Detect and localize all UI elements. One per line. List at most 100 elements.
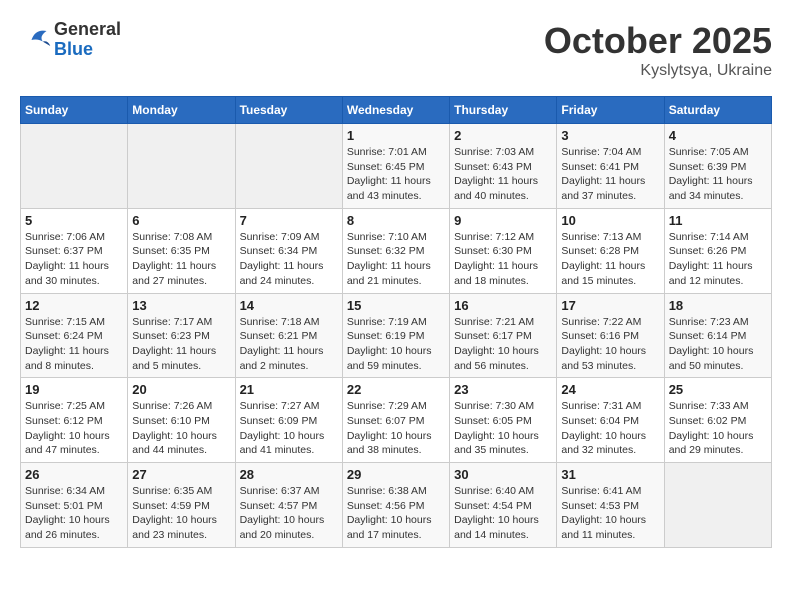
calendar-week-row: 5 Sunrise: 7:06 AM Sunset: 6:37 PM Daylig… — [21, 208, 772, 293]
day-info: Sunrise: 7:22 AM Sunset: 6:16 PM Dayligh… — [561, 315, 659, 374]
day-number: 17 — [561, 298, 659, 313]
calendar-cell: 22 Sunrise: 7:29 AM Sunset: 6:07 PM Dayli… — [342, 378, 449, 463]
weekday-header: Wednesday — [342, 97, 449, 124]
calendar-body: 1Sunrise: 7:01 AM Sunset: 6:45 PM Daylig… — [21, 124, 772, 548]
day-number: 13 — [132, 298, 230, 313]
day-number: 28 — [240, 467, 338, 482]
calendar-cell — [128, 124, 235, 209]
day-info: Sunrise: 7:30 AM Sunset: 6:05 PM Dayligh… — [454, 399, 552, 458]
calendar-cell: 5 Sunrise: 7:06 AM Sunset: 6:37 PM Daylig… — [21, 208, 128, 293]
day-info: Sunrise: 7:19 AM Sunset: 6:19 PM Dayligh… — [347, 315, 445, 374]
day-info: Sunrise: 7:14 AM Sunset: 6:26 PM Dayligh… — [669, 230, 767, 289]
day-info: Sunrise: 7:08 AM Sunset: 6:35 PM Dayligh… — [132, 230, 230, 289]
day-info: Sunrise: 7:15 AM Sunset: 6:24 PM Dayligh… — [25, 315, 123, 374]
calendar-cell: 23 Sunrise: 7:30 AM Sunset: 6:05 PM Dayli… — [450, 378, 557, 463]
day-number: 8 — [347, 213, 445, 228]
calendar-week-row: 26 Sunrise: 6:34 AM Sunset: 5:01 PM Dayli… — [21, 463, 772, 548]
day-info: Sunrise: 7:23 AM Sunset: 6:14 PM Dayligh… — [669, 315, 767, 374]
weekday-header: Thursday — [450, 97, 557, 124]
day-number: 25 — [669, 382, 767, 397]
day-info: Sunrise: 7:10 AM Sunset: 6:32 PM Dayligh… — [347, 230, 445, 289]
day-info: Sunrise: 6:38 AM Sunset: 4:56 PM Dayligh… — [347, 484, 445, 543]
weekday-header: Saturday — [664, 97, 771, 124]
calendar-week-row: 19 Sunrise: 7:25 AM Sunset: 6:12 PM Dayli… — [21, 378, 772, 463]
day-number: 22 — [347, 382, 445, 397]
day-info: Sunrise: 6:37 AM Sunset: 4:57 PM Dayligh… — [240, 484, 338, 543]
logo-blue: Blue — [54, 40, 121, 60]
weekday-header: Monday — [128, 97, 235, 124]
day-info: Sunrise: 7:12 AM Sunset: 6:30 PM Dayligh… — [454, 230, 552, 289]
day-number: 12 — [25, 298, 123, 313]
day-number: 27 — [132, 467, 230, 482]
calendar-cell: 9 Sunrise: 7:12 AM Sunset: 6:30 PM Daylig… — [450, 208, 557, 293]
day-info: Sunrise: 7:13 AM Sunset: 6:28 PM Dayligh… — [561, 230, 659, 289]
day-info: Sunrise: 6:41 AM Sunset: 4:53 PM Dayligh… — [561, 484, 659, 543]
day-info: Sunrise: 6:34 AM Sunset: 5:01 PM Dayligh… — [25, 484, 123, 543]
day-number: 31 — [561, 467, 659, 482]
page-header: General Blue October 2025 Kyslytsya, Ukr… — [20, 20, 772, 80]
day-number: 21 — [240, 382, 338, 397]
logo: General Blue — [20, 20, 121, 60]
day-info: Sunrise: 7:18 AM Sunset: 6:21 PM Dayligh… — [240, 315, 338, 374]
location: Kyslytsya, Ukraine — [544, 62, 772, 80]
calendar-week-row: 1Sunrise: 7:01 AM Sunset: 6:45 PM Daylig… — [21, 124, 772, 209]
day-number: 6 — [132, 213, 230, 228]
day-info: Sunrise: 7:03 AM Sunset: 6:43 PM Dayligh… — [454, 145, 552, 204]
calendar-cell: 24Sunrise: 7:31 AM Sunset: 6:04 PM Dayli… — [557, 378, 664, 463]
day-info: Sunrise: 7:21 AM Sunset: 6:17 PM Dayligh… — [454, 315, 552, 374]
calendar-cell: 31 Sunrise: 6:41 AM Sunset: 4:53 PM Dayli… — [557, 463, 664, 548]
weekday-header: Tuesday — [235, 97, 342, 124]
day-info: Sunrise: 6:35 AM Sunset: 4:59 PM Dayligh… — [132, 484, 230, 543]
day-number: 14 — [240, 298, 338, 313]
calendar-cell: 11 Sunrise: 7:14 AM Sunset: 6:26 PM Dayli… — [664, 208, 771, 293]
calendar-cell: 8 Sunrise: 7:10 AM Sunset: 6:32 PM Daylig… — [342, 208, 449, 293]
calendar-cell: 4Sunrise: 7:05 AM Sunset: 6:39 PM Daylig… — [664, 124, 771, 209]
day-number: 18 — [669, 298, 767, 313]
day-number: 5 — [25, 213, 123, 228]
calendar-cell: 29 Sunrise: 6:38 AM Sunset: 4:56 PM Dayli… — [342, 463, 449, 548]
day-number: 23 — [454, 382, 552, 397]
day-number: 30 — [454, 467, 552, 482]
calendar-cell: 20Sunrise: 7:26 AM Sunset: 6:10 PM Dayli… — [128, 378, 235, 463]
calendar-cell: 16 Sunrise: 7:21 AM Sunset: 6:17 PM Dayli… — [450, 293, 557, 378]
logo-general: General — [54, 20, 121, 40]
day-number: 11 — [669, 213, 767, 228]
day-number: 29 — [347, 467, 445, 482]
day-info: Sunrise: 7:01 AM Sunset: 6:45 PM Dayligh… — [347, 145, 445, 204]
calendar-cell: 14 Sunrise: 7:18 AM Sunset: 6:21 PM Dayli… — [235, 293, 342, 378]
day-info: Sunrise: 7:25 AM Sunset: 6:12 PM Dayligh… — [25, 399, 123, 458]
calendar-cell: 6 Sunrise: 7:08 AM Sunset: 6:35 PM Daylig… — [128, 208, 235, 293]
day-info: Sunrise: 7:27 AM Sunset: 6:09 PM Dayligh… — [240, 399, 338, 458]
weekday-header-row: SundayMondayTuesdayWednesdayThursdayFrid… — [21, 97, 772, 124]
day-number: 19 — [25, 382, 123, 397]
logo-text: General Blue — [54, 20, 121, 60]
day-number: 16 — [454, 298, 552, 313]
calendar-cell: 15Sunrise: 7:19 AM Sunset: 6:19 PM Dayli… — [342, 293, 449, 378]
calendar-cell: 26 Sunrise: 6:34 AM Sunset: 5:01 PM Dayli… — [21, 463, 128, 548]
day-info: Sunrise: 7:09 AM Sunset: 6:34 PM Dayligh… — [240, 230, 338, 289]
calendar-cell: 7 Sunrise: 7:09 AM Sunset: 6:34 PM Daylig… — [235, 208, 342, 293]
calendar-cell: 19 Sunrise: 7:25 AM Sunset: 6:12 PM Dayli… — [21, 378, 128, 463]
day-number: 7 — [240, 213, 338, 228]
logo-bird-icon — [24, 25, 54, 55]
calendar-cell: 28 Sunrise: 6:37 AM Sunset: 4:57 PM Dayli… — [235, 463, 342, 548]
day-info: Sunrise: 7:05 AM Sunset: 6:39 PM Dayligh… — [669, 145, 767, 204]
title-block: October 2025 Kyslytsya, Ukraine — [544, 20, 772, 80]
calendar-cell: 12 Sunrise: 7:15 AM Sunset: 6:24 PM Dayli… — [21, 293, 128, 378]
day-number: 3 — [561, 128, 659, 143]
calendar-cell: 21 Sunrise: 7:27 AM Sunset: 6:09 PM Dayli… — [235, 378, 342, 463]
calendar-cell: 13Sunrise: 7:17 AM Sunset: 6:23 PM Dayli… — [128, 293, 235, 378]
day-number: 26 — [25, 467, 123, 482]
calendar-cell: 3 Sunrise: 7:04 AM Sunset: 6:41 PM Daylig… — [557, 124, 664, 209]
calendar-cell: 30Sunrise: 6:40 AM Sunset: 4:54 PM Dayli… — [450, 463, 557, 548]
month-title: October 2025 — [544, 20, 772, 62]
day-number: 20 — [132, 382, 230, 397]
day-info: Sunrise: 7:06 AM Sunset: 6:37 PM Dayligh… — [25, 230, 123, 289]
day-info: Sunrise: 7:29 AM Sunset: 6:07 PM Dayligh… — [347, 399, 445, 458]
day-number: 24 — [561, 382, 659, 397]
day-info: Sunrise: 7:04 AM Sunset: 6:41 PM Dayligh… — [561, 145, 659, 204]
calendar-cell: 1Sunrise: 7:01 AM Sunset: 6:45 PM Daylig… — [342, 124, 449, 209]
weekday-header: Sunday — [21, 97, 128, 124]
day-number: 9 — [454, 213, 552, 228]
day-info: Sunrise: 7:33 AM Sunset: 6:02 PM Dayligh… — [669, 399, 767, 458]
